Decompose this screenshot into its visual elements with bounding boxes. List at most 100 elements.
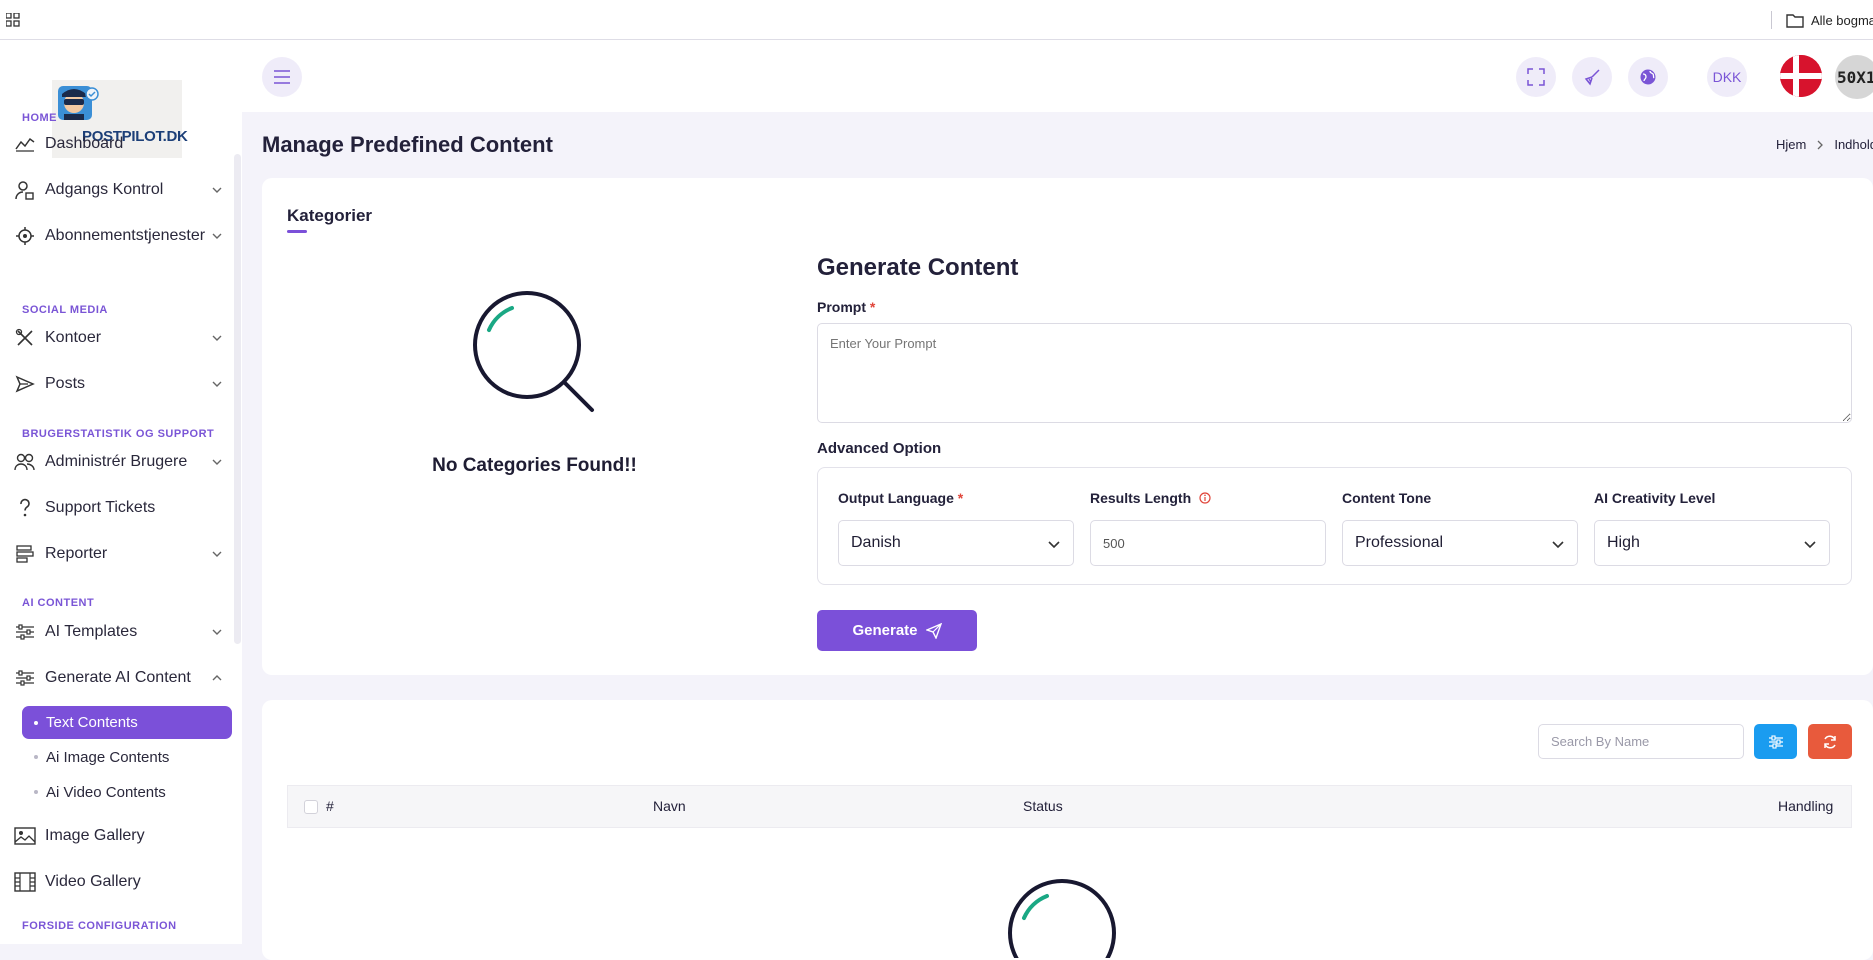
- sidebar-item-label: Posts: [45, 375, 86, 392]
- apps-grid-icon[interactable]: [6, 13, 20, 27]
- section-social-media: SOCIAL MEDIA: [22, 304, 108, 316]
- bookmarks-bar: Alle bogmærker: [0, 0, 1873, 40]
- sidebar-item-reporter[interactable]: Reporter: [14, 538, 224, 570]
- fullscreen-icon: [1527, 68, 1545, 86]
- send-icon: [925, 622, 942, 639]
- ai-creativity-value: High: [1607, 534, 1640, 551]
- sidebar-item-image-gallery[interactable]: Image Gallery: [14, 820, 224, 852]
- website-button[interactable]: [1628, 57, 1668, 97]
- results-length-label: Results Length: [1090, 490, 1211, 506]
- generate-button[interactable]: Generate: [817, 610, 977, 651]
- chevron-down-icon: [212, 187, 222, 193]
- info-icon[interactable]: [1199, 492, 1211, 504]
- sliders-icon: [14, 667, 36, 689]
- sidebar-subitem-ai-image-contents[interactable]: Ai Image Contents: [22, 741, 232, 773]
- danish-flag-language-button[interactable]: [1780, 55, 1822, 97]
- sidebar-scrollbar[interactable]: [234, 154, 241, 644]
- sidebar-subitem-text-contents[interactable]: Text Contents: [22, 706, 232, 739]
- sidebar-item-label: Image Gallery: [45, 827, 145, 844]
- search-input[interactable]: Search By Name: [1538, 724, 1744, 759]
- bookmarks-separator: [1771, 11, 1772, 29]
- select-all-checkbox[interactable]: [304, 800, 318, 814]
- sidebar-item-label: Adgangs Kontrol: [45, 181, 164, 198]
- chevron-down-icon: [212, 551, 222, 557]
- output-language-select[interactable]: Danish: [838, 520, 1074, 566]
- sidebar-item-posts[interactable]: Posts: [14, 368, 224, 400]
- results-length-input[interactable]: 500: [1090, 520, 1326, 566]
- report-list-icon: [14, 543, 36, 565]
- chart-line-icon: [14, 133, 36, 155]
- sidebar-item-label: AI Templates: [45, 623, 138, 640]
- all-bookmarks-label: Alle bogmærker: [1811, 12, 1873, 28]
- sidebar-item-label: Video Gallery: [45, 873, 141, 890]
- sidebar-item-label: Administrér Brugere: [45, 453, 188, 470]
- chevron-down-icon: [212, 335, 222, 341]
- question-icon: [14, 497, 36, 519]
- column-header-handling: Handling: [1778, 798, 1834, 814]
- sidebar-item-kontoer[interactable]: Kontoer: [14, 322, 224, 354]
- sidebar-item-ai-templates[interactable]: AI Templates: [14, 616, 224, 648]
- page-title: Manage Predefined Content: [262, 132, 553, 157]
- section-forside-configuration: FORSIDE CONFIGURATION: [22, 920, 177, 932]
- clear-cache-button[interactable]: [1572, 57, 1612, 97]
- globe-icon: [1640, 69, 1656, 85]
- refresh-icon: [1824, 734, 1836, 749]
- chevron-down-icon: [1552, 541, 1564, 549]
- fullscreen-button[interactable]: [1516, 57, 1556, 97]
- sidebar-subitem-label: Ai Video Contents: [46, 783, 166, 801]
- prompt-textarea[interactable]: [817, 323, 1852, 423]
- ai-creativity-label: AI Creativity Level: [1594, 490, 1716, 506]
- sidebar-item-support-tickets[interactable]: Support Tickets: [14, 492, 224, 524]
- chevron-down-icon: [1048, 541, 1060, 549]
- empty-categories-message: No Categories Found!!: [432, 455, 637, 476]
- bullet-icon: [34, 790, 38, 794]
- content-tone-select[interactable]: Professional: [1342, 520, 1578, 566]
- menu-toggle-button[interactable]: [262, 57, 302, 97]
- subscription-gear-icon: [14, 225, 36, 247]
- ai-creativity-select[interactable]: High: [1594, 520, 1830, 566]
- column-header-navn[interactable]: Navn: [653, 798, 686, 814]
- section-ai-content: AI CONTENT: [22, 597, 95, 609]
- breadcrumb-current: Indhold: [1834, 137, 1873, 152]
- filter-sliders-icon: [1768, 734, 1783, 749]
- active-tab-indicator: [287, 230, 307, 233]
- chevron-down-icon: [1804, 541, 1816, 549]
- currency-button[interactable]: DKK: [1707, 57, 1747, 97]
- sidebar-subitem-label: Text Contents: [46, 714, 138, 731]
- magnifier-loading-icon: [1008, 879, 1116, 958]
- sidebar-item-label: Abonnementstjenester: [45, 227, 206, 244]
- sidebar-subitem-ai-video-contents[interactable]: Ai Video Contents: [22, 776, 232, 808]
- filter-button[interactable]: [1754, 724, 1797, 759]
- sidebar-item-video-gallery[interactable]: Video Gallery: [14, 866, 224, 898]
- folder-icon: [1786, 13, 1804, 28]
- advanced-options-box: Output Language * Danish Results Length …: [817, 467, 1852, 585]
- column-header-status[interactable]: Status: [1023, 798, 1063, 814]
- results-length-label-text: Results Length: [1090, 490, 1192, 506]
- table-header: # Navn Status Handling: [287, 785, 1852, 828]
- categories-tab[interactable]: Kategorier: [287, 206, 372, 226]
- sidebar-item-abonnement[interactable]: Abonnementstjenester: [14, 220, 224, 252]
- sidebar-item-dashboard[interactable]: Dashboard: [14, 128, 224, 160]
- breadcrumb: Hjem Indhold: [1776, 137, 1873, 152]
- sidebar-item-administrer-brugere[interactable]: Administrér Brugere: [14, 446, 224, 478]
- film-icon: [14, 871, 36, 893]
- breadcrumb-home-link[interactable]: Hjem: [1776, 137, 1806, 152]
- magnifier-empty-icon: [473, 291, 594, 412]
- user-avatar[interactable]: 50X1: [1835, 55, 1873, 99]
- section-home: HOME: [22, 112, 57, 124]
- sidebar-item-generate-ai-content[interactable]: Generate AI Content: [14, 662, 224, 694]
- sidebar-item-adgangs-kontrol[interactable]: Adgangs Kontrol: [14, 174, 224, 206]
- chevron-down-icon: [212, 629, 222, 635]
- sidebar-item-label: Kontoer: [45, 329, 102, 346]
- table-card: Search By Name # Navn Status Handling: [262, 700, 1873, 960]
- generate-button-label: Generate: [852, 622, 918, 639]
- send-icon: [14, 373, 36, 395]
- hamburger-icon: [274, 70, 290, 84]
- refresh-button[interactable]: [1808, 724, 1852, 759]
- output-language-label: Output Language *: [838, 490, 963, 506]
- user-lock-icon: [14, 179, 36, 201]
- prompt-label: Prompt *: [817, 299, 875, 315]
- sidebar-item-label: Support Tickets: [45, 499, 156, 516]
- tools-icon: [14, 327, 36, 349]
- all-bookmarks-folder[interactable]: Alle bogmærker: [1786, 11, 1873, 29]
